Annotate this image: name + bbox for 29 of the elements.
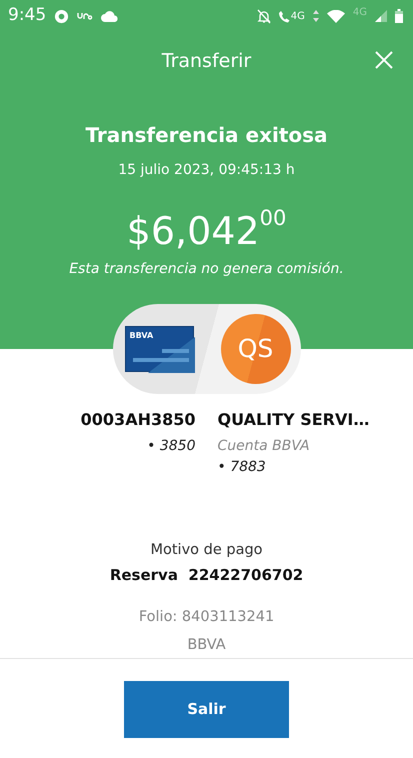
payment-reason-label: Motivo de pago (149, 540, 264, 560)
carrier-logo-icon (77, 12, 94, 20)
transfer-amount: $6,042$^{00}$ (126, 209, 288, 255)
payee-avatar: QS (220, 314, 290, 384)
status-time: 9:45 (8, 4, 46, 28)
network-type-label: 4G (290, 10, 305, 24)
data-arrows-icon (312, 10, 319, 22)
exit-button[interactable]: Salir (124, 681, 289, 738)
cloud-icon (101, 10, 120, 22)
payee-account-number: • 7883 (218, 458, 267, 477)
commission-note: Esta transferencia no genera comisión. (68, 260, 345, 279)
card-drawing: BBVA (124, 326, 194, 372)
notifications-off-icon (256, 8, 271, 24)
wifi-icon (326, 10, 345, 22)
success-title: Transferencia exitosa (84, 122, 329, 149)
info-line: Folio: 8403113241 (138, 608, 276, 627)
network-type-label: 4G (352, 6, 367, 20)
battery-icon (395, 9, 403, 23)
origin-account-name: 0003AH3850 (80, 408, 196, 431)
close-button[interactable] (375, 51, 393, 69)
origin-account-number: • 3850 (146, 436, 196, 456)
transfer-datetime: 15 julio 2023, 09:45:13 h (117, 161, 296, 180)
payee-name: QUALITY SERVI… (218, 408, 370, 431)
payment-reason-value: Reserva 22422706702 (108, 565, 304, 586)
screen-title: Transferir (162, 48, 252, 74)
signal-icon (375, 10, 387, 22)
payee-bank: Cuenta BBVA (218, 436, 311, 456)
browser-icon (54, 8, 70, 24)
info-line: BBVA (186, 636, 227, 655)
